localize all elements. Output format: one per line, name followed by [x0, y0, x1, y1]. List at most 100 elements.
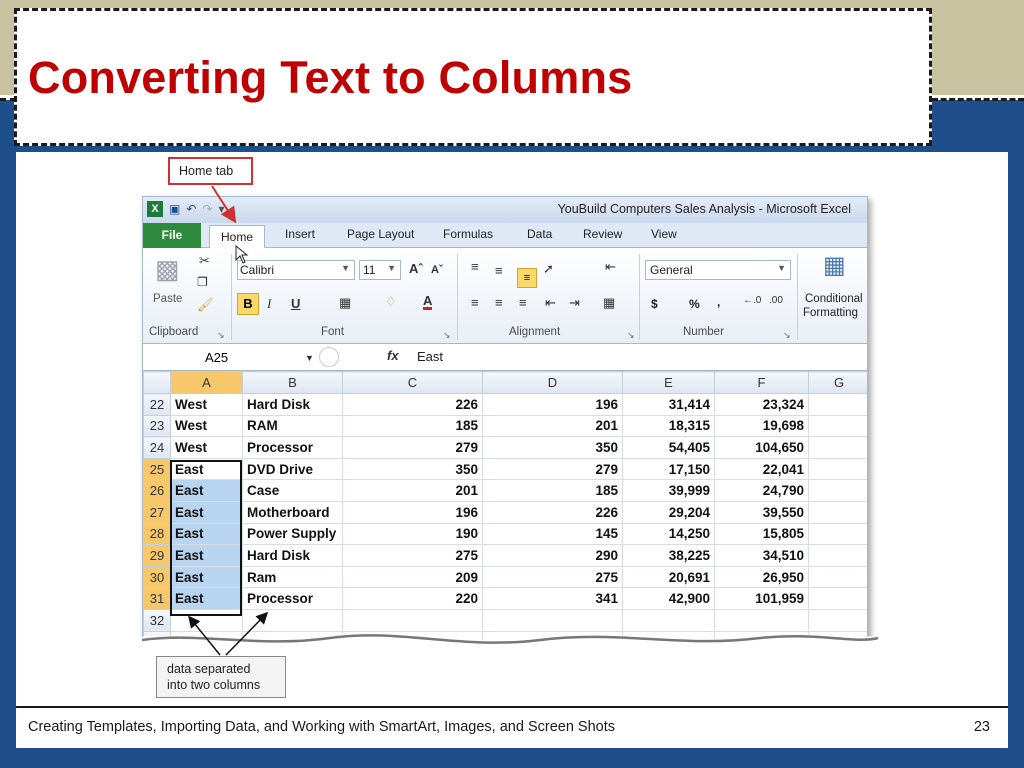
cell[interactable]: 190 — [342, 522, 483, 546]
font-name-box[interactable]: Calibri ▼ — [237, 260, 355, 280]
align-bottom-button[interactable]: ≡ — [517, 268, 537, 288]
number-launcher-icon[interactable]: ↘ — [783, 330, 791, 341]
cell[interactable]: 226 — [342, 393, 483, 416]
column-header-f[interactable]: F — [714, 371, 809, 394]
cell[interactable] — [808, 587, 867, 610]
cell[interactable]: 20,691 — [622, 565, 715, 589]
wrap-text-icon[interactable]: ⇤ — [605, 260, 616, 273]
bold-button[interactable]: B — [237, 293, 259, 315]
grow-font-icon[interactable]: Aˆ — [409, 262, 423, 275]
cell[interactable]: 279 — [342, 436, 483, 459]
tab-insert[interactable]: Insert — [285, 227, 315, 241]
cell[interactable]: East — [170, 587, 243, 610]
cell[interactable]: Processor — [242, 436, 343, 459]
conditional-formatting-label-1[interactable]: Conditional — [805, 293, 863, 305]
number-format-dropdown-icon[interactable]: ▼ — [777, 263, 786, 273]
cell[interactable]: 17,150 — [622, 457, 715, 481]
row-header[interactable]: 29 — [143, 544, 171, 567]
decrease-indent-icon[interactable]: ⇤ — [545, 296, 556, 309]
formula-bar-grip[interactable] — [319, 347, 339, 367]
currency-button[interactable]: $ — [651, 297, 658, 311]
column-header-c[interactable]: C — [342, 371, 483, 394]
cell[interactable]: East — [170, 565, 243, 589]
cell[interactable]: 201 — [342, 479, 483, 502]
tab-data[interactable]: Data — [527, 227, 552, 241]
row-header[interactable]: 31 — [143, 587, 171, 610]
font-launcher-icon[interactable]: ↘ — [443, 330, 451, 341]
cell[interactable] — [808, 479, 867, 502]
cell[interactable]: 201 — [482, 414, 623, 438]
orientation-icon[interactable]: ➚ — [543, 262, 554, 275]
cell[interactable] — [808, 544, 867, 567]
merge-center-icon[interactable]: ▦ — [603, 296, 615, 309]
column-header-g[interactable]: G — [808, 371, 867, 394]
cell[interactable]: Hard Disk — [242, 393, 343, 416]
cell[interactable]: 26,950 — [714, 565, 809, 589]
cell[interactable]: DVD Drive — [242, 457, 343, 481]
customize-qat-icon[interactable]: ▾ — [218, 202, 224, 216]
underline-button[interactable]: U — [291, 297, 300, 310]
cell[interactable]: West — [170, 436, 243, 459]
tab-file[interactable]: File — [143, 223, 201, 248]
cell[interactable]: RAM — [242, 414, 343, 438]
cell[interactable]: East — [170, 457, 243, 481]
name-box[interactable]: A25 ▼ — [149, 348, 314, 368]
align-left-icon[interactable]: ≡ — [471, 296, 479, 309]
cell[interactable]: 350 — [342, 457, 483, 481]
cell[interactable]: 24,790 — [714, 479, 809, 502]
align-top-icon[interactable]: ≡ — [471, 260, 479, 273]
cell[interactable]: 18,315 — [622, 414, 715, 438]
paste-button[interactable]: Paste — [153, 293, 182, 305]
font-name-dropdown-icon[interactable]: ▼ — [341, 263, 350, 273]
cell[interactable]: Motherboard — [242, 500, 343, 524]
tab-formulas[interactable]: Formulas — [443, 227, 493, 241]
undo-icon[interactable]: ↶ — [186, 202, 196, 216]
cell[interactable]: 29,204 — [622, 500, 715, 524]
cell[interactable]: 101,959 — [714, 587, 809, 610]
cell[interactable]: 54,405 — [622, 436, 715, 459]
comma-button[interactable]: , — [717, 295, 720, 309]
row-header[interactable]: 30 — [143, 565, 171, 589]
row-header[interactable]: 26 — [143, 479, 171, 502]
increase-indent-icon[interactable]: ⇥ — [569, 296, 580, 309]
paste-clipboard-icon[interactable]: ▩ — [155, 256, 180, 282]
cell[interactable]: West — [170, 393, 243, 416]
cell[interactable]: 42,900 — [622, 587, 715, 610]
cell[interactable]: 350 — [482, 436, 623, 459]
cut-icon[interactable]: ✂ — [199, 254, 210, 267]
cell[interactable]: 39,999 — [622, 479, 715, 502]
cell[interactable]: Processor — [242, 587, 343, 610]
cell[interactable] — [808, 522, 867, 546]
formula-value[interactable]: East — [417, 349, 443, 364]
name-box-dropdown-icon[interactable]: ▼ — [305, 348, 314, 368]
alignment-launcher-icon[interactable]: ↘ — [627, 330, 635, 341]
tab-page-layout[interactable]: Page Layout — [347, 227, 414, 241]
cell[interactable]: 185 — [482, 479, 623, 502]
cell[interactable]: East — [170, 522, 243, 546]
conditional-formatting-icon[interactable]: ▦ — [823, 254, 846, 278]
cell[interactable]: 275 — [342, 544, 483, 567]
cell[interactable] — [808, 457, 867, 481]
cell[interactable] — [808, 436, 867, 459]
tab-home[interactable]: Home — [209, 225, 265, 249]
clipboard-launcher-icon[interactable]: ↘ — [217, 330, 225, 341]
row-header[interactable]: 28 — [143, 522, 171, 546]
cell[interactable]: 290 — [482, 544, 623, 567]
copy-icon[interactable]: ❐ — [197, 276, 208, 288]
cell[interactable]: Hard Disk — [242, 544, 343, 567]
cell[interactable]: 209 — [342, 565, 483, 589]
cell[interactable]: 19,698 — [714, 414, 809, 438]
cell[interactable]: 220 — [342, 587, 483, 610]
cell[interactable]: 279 — [482, 457, 623, 481]
insert-function-icon[interactable]: fx — [387, 348, 399, 363]
cell[interactable]: 39,550 — [714, 500, 809, 524]
cell[interactable]: 196 — [342, 500, 483, 524]
align-middle-icon[interactable]: ≡ — [495, 264, 503, 277]
cell[interactable]: 34,510 — [714, 544, 809, 567]
column-header-e[interactable]: E — [622, 371, 715, 394]
conditional-formatting-label-2[interactable]: Formatting — [803, 307, 858, 319]
format-painter-icon[interactable]: 🖌 — [197, 298, 214, 311]
cell[interactable]: East — [170, 544, 243, 567]
row-header[interactable]: 27 — [143, 500, 171, 524]
column-header-a[interactable]: A — [170, 371, 243, 394]
